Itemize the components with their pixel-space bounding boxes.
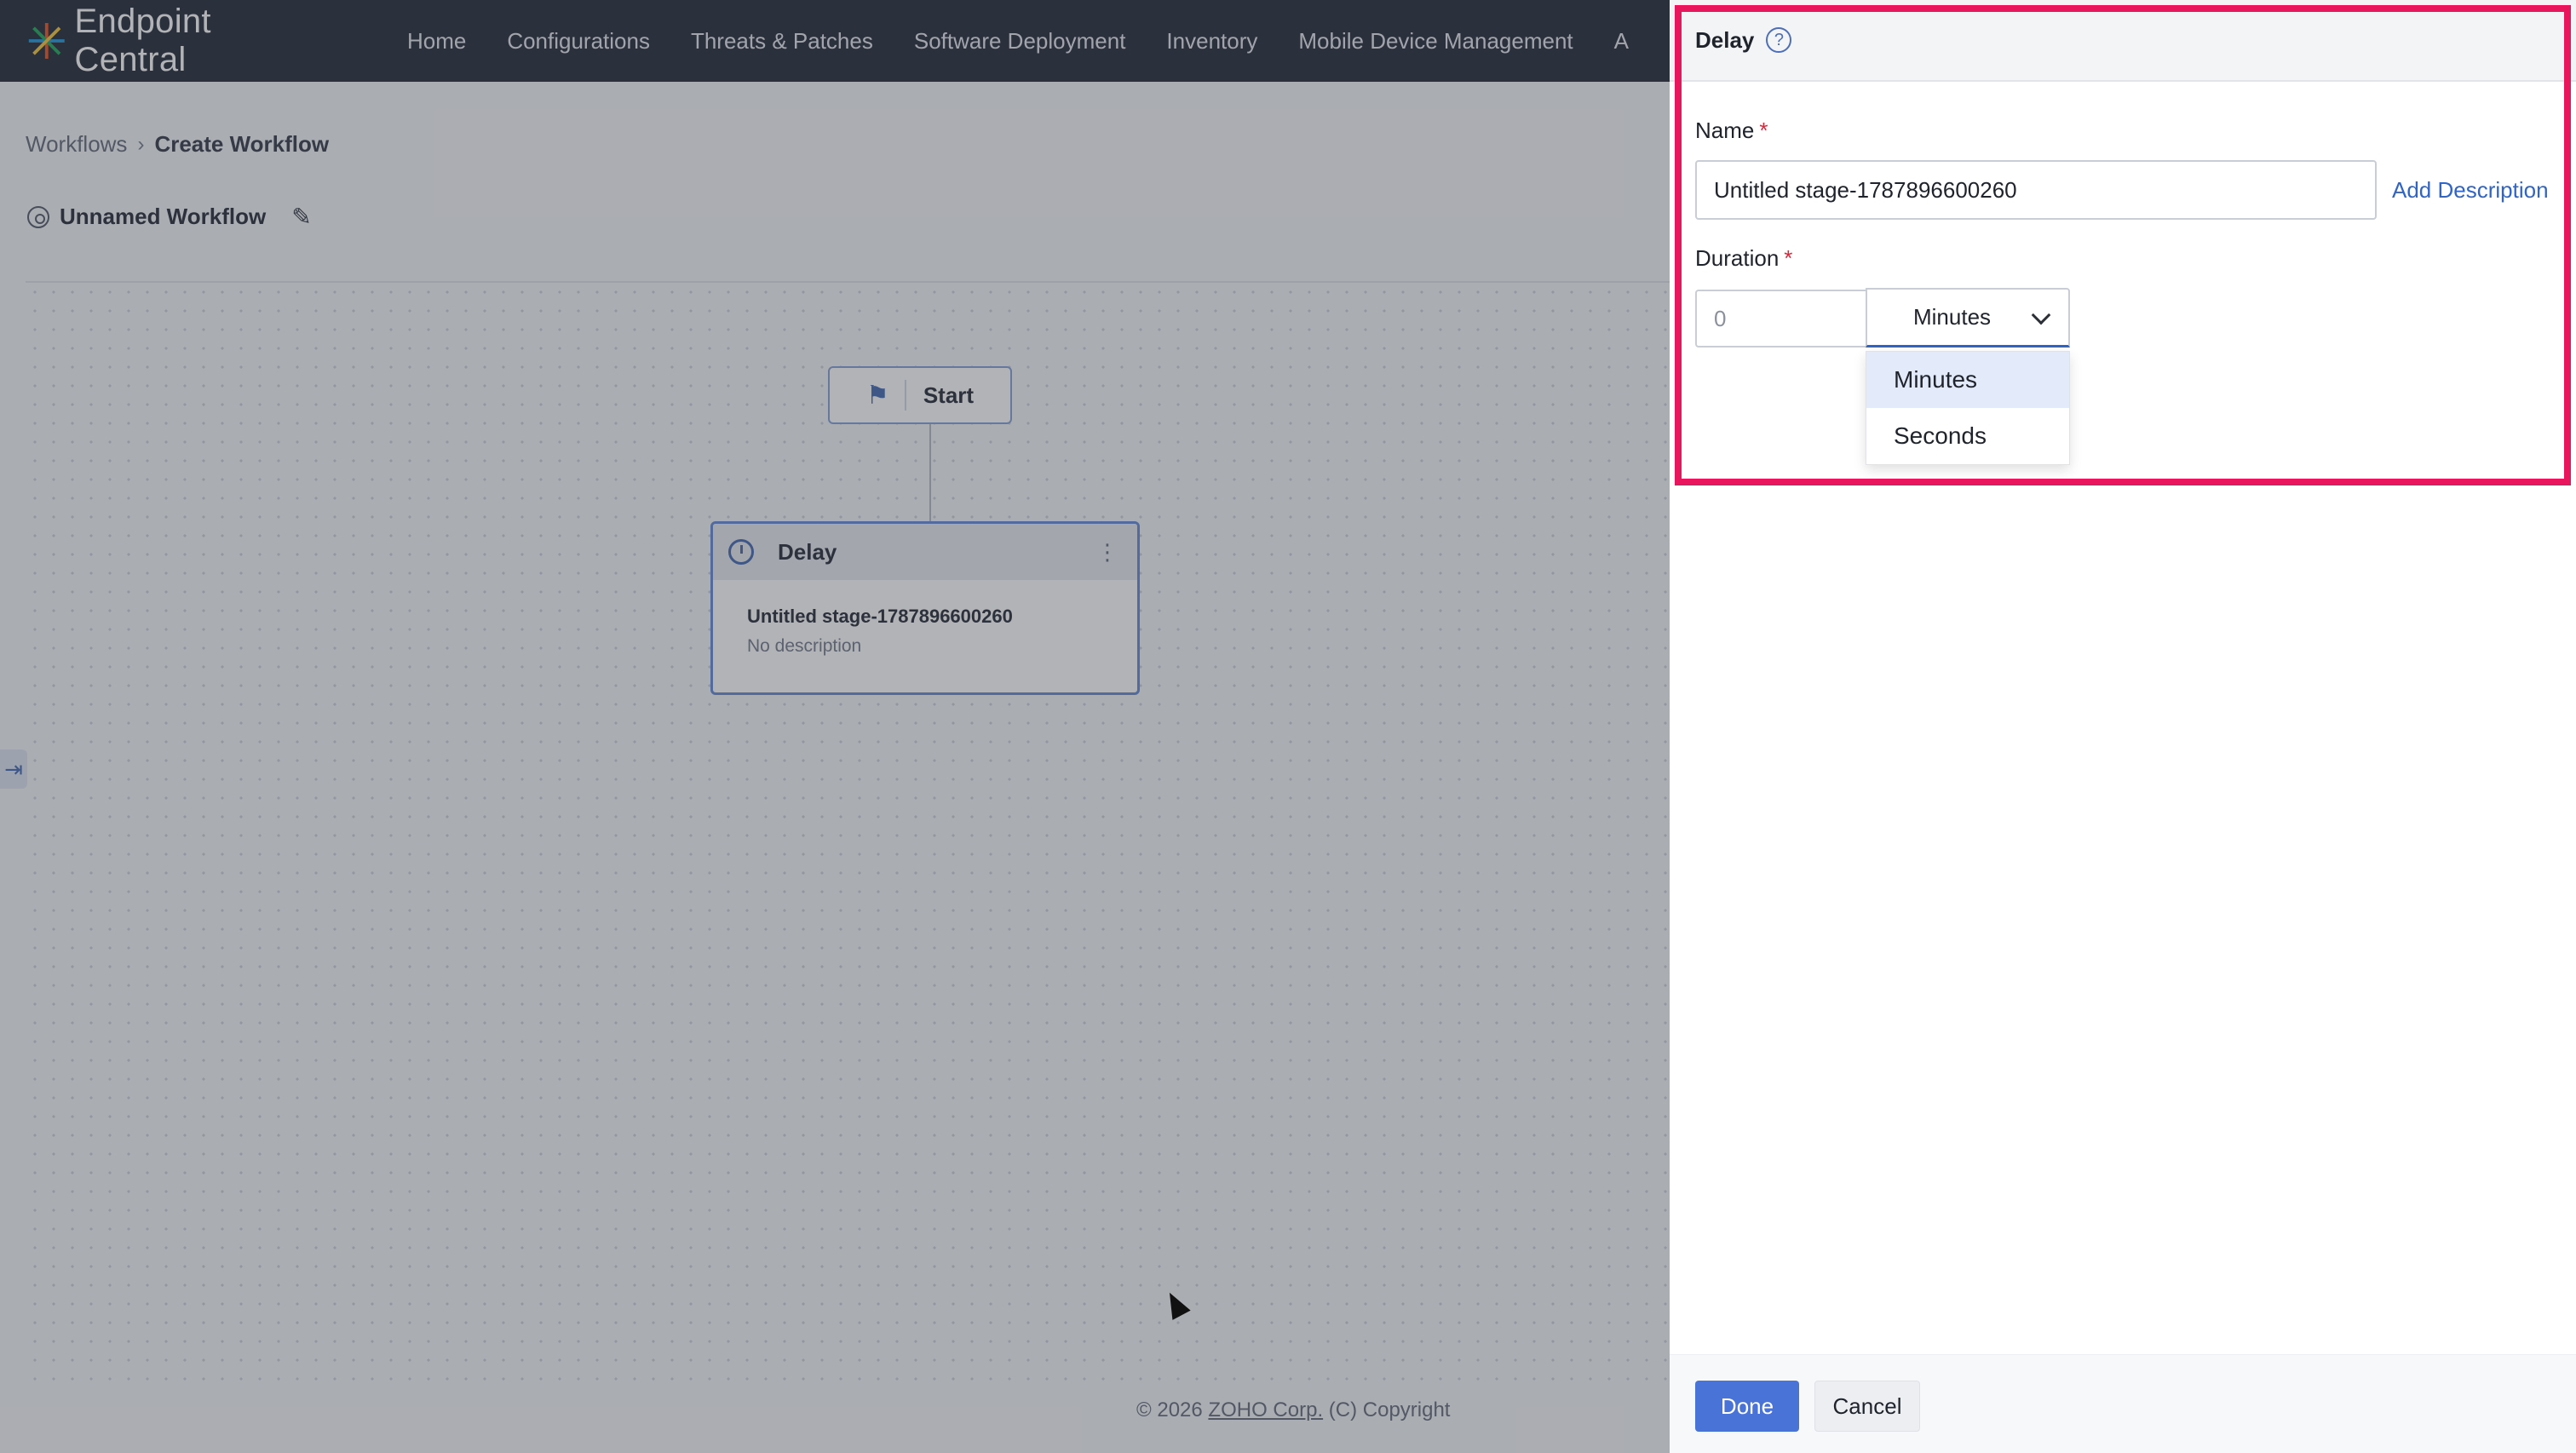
done-button[interactable]: Done xyxy=(1695,1381,1799,1432)
duration-unit-options: Minutes Seconds xyxy=(1866,351,2070,465)
add-description-link[interactable]: Add Description xyxy=(2392,177,2549,204)
help-icon[interactable]: ? xyxy=(1766,27,1792,53)
required-asterisk: * xyxy=(1759,118,1768,143)
modal-backdrop[interactable] xyxy=(0,0,1670,1453)
duration-unit-value: Minutes xyxy=(1913,304,1992,330)
unit-option-seconds[interactable]: Seconds xyxy=(1866,408,2069,464)
workflow-app: Endpoint Central Home Configurations Thr… xyxy=(0,0,1670,1453)
panel-footer: Done Cancel xyxy=(1670,1354,2576,1453)
chevron-down-icon xyxy=(2031,305,2051,325)
duration-input[interactable] xyxy=(1695,290,1866,347)
required-asterisk: * xyxy=(1784,245,1793,271)
duration-label: Duration * xyxy=(1695,245,1792,272)
name-label: Name * xyxy=(1695,118,1768,144)
stage-name-input[interactable] xyxy=(1695,160,2377,220)
cancel-button[interactable]: Cancel xyxy=(1814,1381,1920,1432)
duration-unit-select[interactable]: Minutes xyxy=(1866,288,2070,347)
panel-title: Delay xyxy=(1695,26,1755,53)
unit-option-minutes[interactable]: Minutes xyxy=(1866,352,2069,408)
panel-header: Delay ? xyxy=(1670,0,2576,82)
delay-config-panel: Delay ? Name* Add Description Duration* … xyxy=(1670,0,2576,1453)
name-label-text: Name xyxy=(1695,118,1755,143)
duration-label-text: Duration xyxy=(1695,245,1780,271)
